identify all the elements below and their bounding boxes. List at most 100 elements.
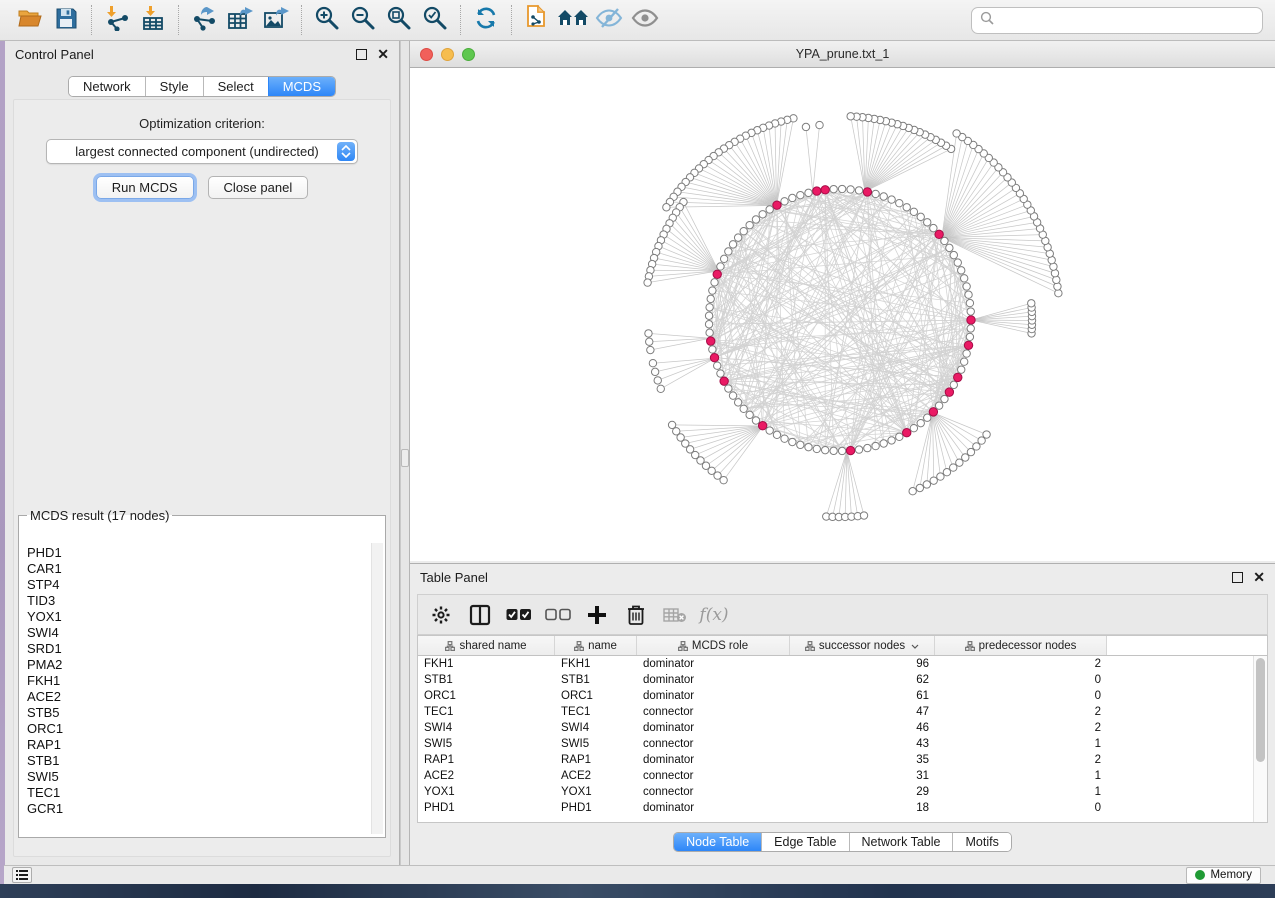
mcds-result-item[interactable]: STP4 xyxy=(27,577,365,593)
scrollbar-thumb[interactable] xyxy=(1256,658,1265,762)
memory-label: Memory xyxy=(1210,869,1252,881)
import-network-button[interactable] xyxy=(99,3,135,37)
zoom-in-button[interactable] xyxy=(309,3,345,37)
open-file-button[interactable] xyxy=(12,3,48,37)
mcds-result-item[interactable]: TEC1 xyxy=(27,785,365,801)
task-history-button[interactable] xyxy=(12,867,32,883)
refresh-button[interactable] xyxy=(468,3,504,37)
memory-button[interactable]: Memory xyxy=(1186,867,1261,884)
mcds-result-item[interactable]: STB1 xyxy=(27,753,365,769)
mcds-result-item[interactable]: RAP1 xyxy=(27,737,365,753)
mcds-result-item[interactable]: SWI4 xyxy=(27,625,365,641)
table-row[interactable]: SWI5SWI5connector431 xyxy=(418,736,1253,752)
deselect-all-button[interactable] xyxy=(545,602,571,628)
mcds-result-item[interactable]: STB5 xyxy=(27,705,365,721)
column-header-shared-name[interactable]: shared name xyxy=(418,636,555,655)
table-row[interactable]: ACE2ACE2connector311 xyxy=(418,768,1253,784)
tab-network[interactable]: Network xyxy=(69,77,145,96)
mcds-tab-content: Optimization criterion: largest connecte… xyxy=(13,99,391,857)
delete-column-button[interactable] xyxy=(623,602,649,628)
close-panel-icon[interactable]: ✕ xyxy=(1253,570,1265,584)
table-row[interactable]: PHD1PHD1dominator180 xyxy=(418,800,1253,816)
search-box[interactable] xyxy=(971,7,1263,34)
table-row[interactable]: TEC1TEC1connector472 xyxy=(418,704,1253,720)
first-neighbors-button[interactable] xyxy=(555,3,591,37)
mcds-result-item[interactable]: ACE2 xyxy=(27,689,365,705)
criterion-dropdown[interactable]: largest connected component (undirected) xyxy=(46,139,358,164)
zoom-selected-icon xyxy=(422,5,448,36)
tab-select[interactable]: Select xyxy=(203,77,268,96)
table-settings-button[interactable] xyxy=(428,602,454,628)
tab-edge-table[interactable]: Edge Table xyxy=(761,833,848,851)
import-table-button[interactable] xyxy=(135,3,171,37)
close-panel-button[interactable]: Close panel xyxy=(208,176,309,199)
float-panel-icon[interactable] xyxy=(356,49,367,60)
splitter-grip[interactable] xyxy=(401,449,409,467)
mcds-result-item[interactable]: SWI5 xyxy=(27,769,365,785)
table-row[interactable]: STB1STB1dominator620 xyxy=(418,672,1253,688)
dropdown-stepper-icon xyxy=(337,142,355,161)
table-row[interactable]: FKH1FKH1dominator962 xyxy=(418,656,1253,672)
mcds-result-list[interactable]: PHD1CAR1STP4TID3YOX1SWI4SRD1PMA2FKH1ACE2… xyxy=(21,543,371,834)
vertical-splitter[interactable] xyxy=(400,41,410,865)
save-button[interactable] xyxy=(48,3,84,37)
tab-style[interactable]: Style xyxy=(145,77,203,96)
zoom-selected-button[interactable] xyxy=(417,3,453,37)
table-toolbar: f(x) xyxy=(417,594,1268,635)
control-panel: Control Panel ✕ NetworkStyleSelectMCDS O… xyxy=(5,41,400,865)
mcds-result-item[interactable]: TID3 xyxy=(27,593,365,609)
table-row[interactable]: SWI4SWI4dominator462 xyxy=(418,720,1253,736)
float-panel-icon[interactable] xyxy=(1232,572,1243,583)
mcds-result-item[interactable]: FKH1 xyxy=(27,673,365,689)
status-bar: Memory xyxy=(4,865,1275,884)
function-builder-button[interactable]: f(x) xyxy=(701,602,727,628)
column-header-name[interactable]: name xyxy=(555,636,637,655)
column-header-predecessor-nodes[interactable]: predecessor nodes xyxy=(935,636,1107,655)
table-row[interactable]: RAP1RAP1dominator352 xyxy=(418,752,1253,768)
export-image-button[interactable] xyxy=(258,3,294,37)
hide-selected-button[interactable] xyxy=(591,3,627,37)
show-column-button[interactable] xyxy=(467,602,493,628)
duplicate-network-button[interactable] xyxy=(519,3,555,37)
column-header-successor-nodes[interactable]: successor nodes xyxy=(790,636,935,655)
export-image-icon xyxy=(262,5,290,36)
mcds-result-item[interactable]: PHD1 xyxy=(27,545,365,561)
mcds-list-scrollbar[interactable] xyxy=(371,543,383,834)
table-panel-title: Table Panel xyxy=(420,570,488,585)
export-table-icon xyxy=(226,5,254,36)
show-all-button[interactable] xyxy=(627,3,663,37)
import-table-icon xyxy=(140,5,166,36)
search-input[interactable] xyxy=(999,13,1254,28)
criterion-value: largest connected component (undirected) xyxy=(57,144,337,159)
control-panel-header: Control Panel ✕ xyxy=(5,41,399,67)
network-canvas[interactable] xyxy=(410,68,1275,560)
table-body: FKH1FKH1dominator962STB1STB1dominator620… xyxy=(418,656,1253,822)
add-column-button[interactable] xyxy=(584,602,610,628)
export-network-button[interactable] xyxy=(186,3,222,37)
close-panel-icon[interactable]: ✕ xyxy=(377,47,389,61)
search-icon xyxy=(980,11,994,30)
select-all-button[interactable] xyxy=(506,602,532,628)
tab-node-table[interactable]: Node Table xyxy=(674,833,761,851)
table-row[interactable]: ORC1ORC1dominator610 xyxy=(418,688,1253,704)
run-mcds-button[interactable]: Run MCDS xyxy=(96,176,194,199)
table-row[interactable]: YOX1YOX1connector291 xyxy=(418,784,1253,800)
tab-network-table[interactable]: Network Table xyxy=(849,833,953,851)
mcds-result-item[interactable]: GCR1 xyxy=(27,801,365,817)
mcds-result-item[interactable]: YOX1 xyxy=(27,609,365,625)
memory-status-icon xyxy=(1195,870,1205,880)
mcds-result-item[interactable]: SRD1 xyxy=(27,641,365,657)
mcds-result-item[interactable]: PMA2 xyxy=(27,657,365,673)
mcds-result-item[interactable]: CAR1 xyxy=(27,561,365,577)
table-scrollbar[interactable] xyxy=(1253,656,1267,822)
tab-motifs[interactable]: Motifs xyxy=(952,833,1010,851)
table-panel-header: Table Panel ✕ xyxy=(410,564,1275,590)
zoom-fit-button[interactable] xyxy=(381,3,417,37)
list-icon xyxy=(16,870,28,880)
tab-mcds[interactable]: MCDS xyxy=(268,77,335,96)
export-table-button[interactable] xyxy=(222,3,258,37)
zoom-out-button[interactable] xyxy=(345,3,381,37)
delete-table-button[interactable] xyxy=(662,602,688,628)
column-header-MCDS-role[interactable]: MCDS role xyxy=(637,636,790,655)
mcds-result-item[interactable]: ORC1 xyxy=(27,721,365,737)
